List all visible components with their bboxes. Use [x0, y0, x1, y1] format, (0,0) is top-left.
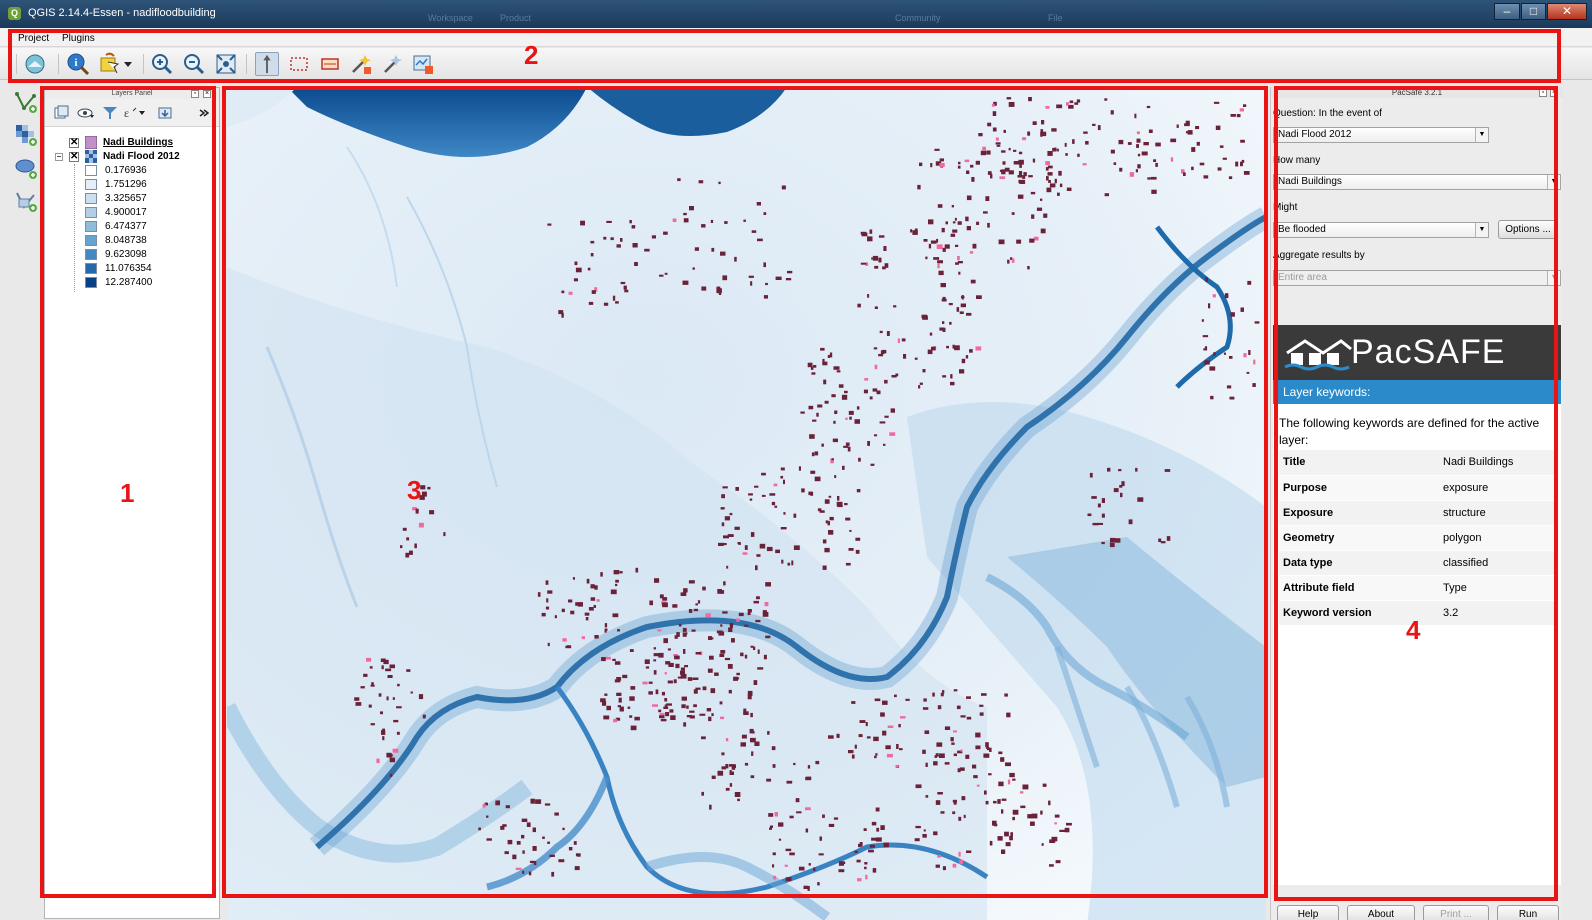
about-button[interactable]: About — [1347, 905, 1415, 920]
help-button[interactable]: Help — [1277, 905, 1339, 920]
add-wms-layer-icon[interactable] — [14, 189, 38, 213]
annotation-number-4: 4 — [1406, 615, 1421, 645]
maximize-button[interactable]: □ — [1521, 3, 1546, 20]
add-vector-layer-icon[interactable] — [14, 90, 38, 114]
annotation-box-map — [222, 86, 1268, 898]
qgis-window: Q QGIS 2.14.4-Essen - nadifloodbuilding … — [0, 0, 1592, 920]
annotation-box-toolbar — [8, 29, 1561, 83]
print-button[interactable]: Print ... — [1423, 905, 1489, 920]
window-title: QGIS 2.14.4-Essen - nadifloodbuilding — [28, 7, 216, 19]
vertical-layer-toolbar — [12, 90, 40, 220]
add-raster-layer-icon[interactable] — [14, 123, 38, 147]
annotation-number-1: 1 — [120, 478, 135, 508]
background-tab-file: File — [1048, 13, 1063, 23]
run-button[interactable]: Run — [1497, 905, 1559, 920]
qgis-logo-icon: Q — [8, 7, 21, 20]
title-bar: Q QGIS 2.14.4-Essen - nadifloodbuilding … — [0, 0, 1592, 28]
background-tab-workspace: Workspace — [428, 13, 473, 23]
annotation-number-3: 3 — [407, 475, 422, 505]
minimize-button[interactable]: – — [1494, 3, 1520, 20]
annotation-box-pacsafe — [1274, 86, 1558, 901]
add-spatialite-layer-icon[interactable] — [14, 156, 38, 180]
annotation-number-2: 2 — [524, 40, 539, 70]
close-button[interactable]: ✕ — [1547, 3, 1587, 20]
background-tab-product: Product — [500, 13, 532, 23]
background-tab-community: Community — [895, 13, 941, 23]
